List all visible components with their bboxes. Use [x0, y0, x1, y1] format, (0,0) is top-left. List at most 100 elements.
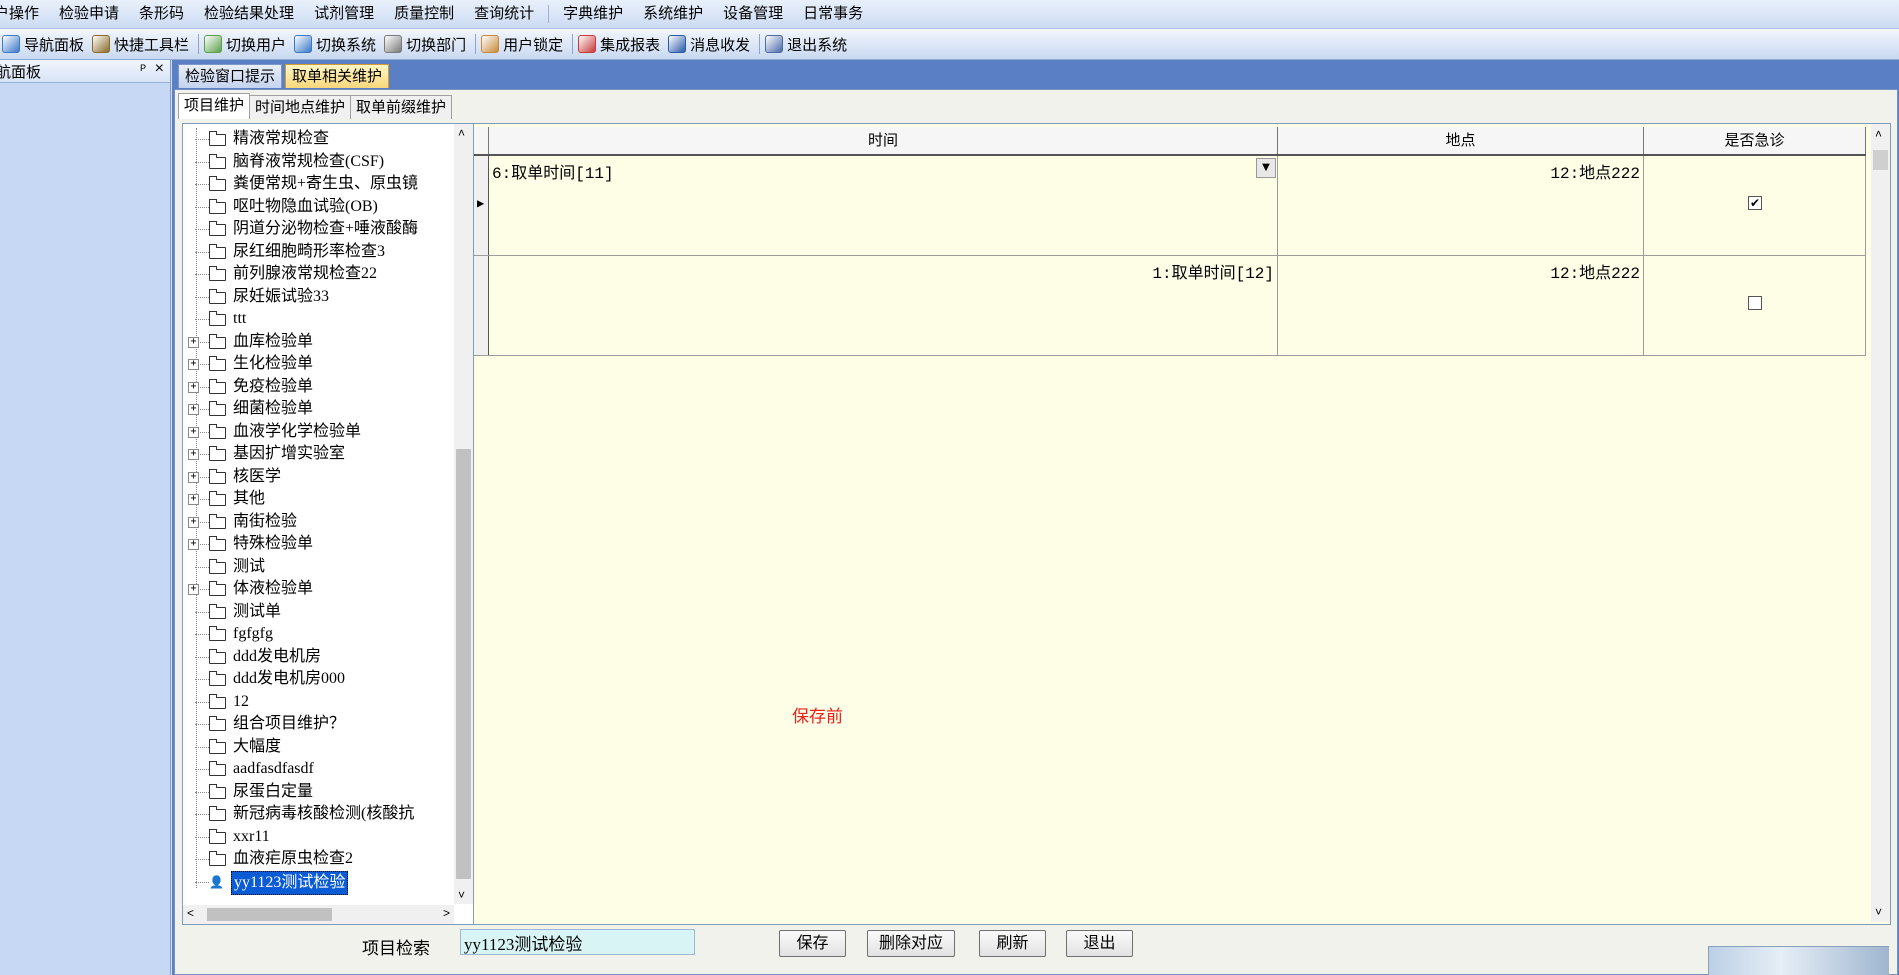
tree-node[interactable]: + 基因扩增实验室 — [183, 443, 451, 466]
expand-icon[interactable]: + — [188, 494, 199, 505]
scroll-down-icon[interactable]: ˅ — [1875, 905, 1882, 919]
tree-node[interactable]: 大幅度 — [183, 736, 451, 759]
tree-node[interactable]: 尿红细胞畸形率检查3 — [183, 241, 451, 264]
tree-node[interactable]: 新冠病毒核酸检测(核酸抗 — [183, 803, 451, 826]
toolbar-button[interactable]: 退出系统 — [763, 30, 853, 58]
exit-button[interactable]: 退出 — [1066, 930, 1133, 957]
scroll-down-icon[interactable]: ˅ — [458, 888, 465, 902]
place-cell[interactable]: 12:地点222 — [1278, 256, 1644, 355]
tree-node[interactable]: + 核医学 — [183, 466, 451, 489]
save-button[interactable]: 保存 — [779, 930, 846, 957]
menu-item[interactable]: 条形码 — [129, 0, 194, 27]
tree-node[interactable]: + 其他 — [183, 488, 451, 511]
expand-icon[interactable]: + — [188, 539, 199, 550]
chevron-down-icon[interactable]: ▼ — [1256, 158, 1276, 178]
menu-item[interactable]: 质量控制 — [384, 0, 464, 27]
grid-row[interactable]: 1:取单时间[12] 12:地点222 — [474, 256, 1866, 356]
tree-node[interactable]: fgfgfg — [183, 623, 451, 646]
tree-node[interactable]: + 特殊检验单 — [183, 533, 451, 556]
scroll-left-icon[interactable]: ˂ — [187, 906, 194, 920]
inner-tab[interactable]: 项目维护 — [178, 93, 251, 119]
tree-node[interactable]: 👤 yy1123测试检验 — [183, 870, 451, 895]
tree-node[interactable]: + 体液检验单 — [183, 578, 451, 601]
tree-node[interactable]: 脑脊液常规检查(CSF) — [183, 151, 451, 174]
urgent-cell[interactable]: ✔ — [1644, 156, 1866, 255]
tree-node[interactable]: + 血液学化学检验单 — [183, 421, 451, 444]
toolbar-button[interactable]: 用户锁定 — [479, 30, 569, 58]
tree-vertical-scrollbar[interactable]: ˄ ˅ — [454, 124, 473, 904]
expand-icon[interactable]: + — [188, 426, 199, 438]
toolbar-button[interactable]: 切换部门 — [382, 30, 472, 58]
tree-node[interactable]: ttt — [183, 308, 451, 331]
urgent-checkbox[interactable]: ✔ — [1748, 196, 1762, 210]
tree-node[interactable]: 组合项目维护？ — [183, 713, 451, 736]
menu-item[interactable]: 字典维护 — [553, 0, 633, 27]
tree-node[interactable]: 12 — [183, 691, 451, 714]
tree-node[interactable]: 阴道分泌物检查+唾液酸酶 — [183, 218, 451, 241]
expand-icon[interactable]: + — [188, 516, 199, 528]
tree-node[interactable]: + 血库检验单 — [183, 331, 451, 354]
scroll-up-icon[interactable]: ˄ — [458, 126, 465, 140]
tree-node[interactable]: 测试 — [183, 556, 451, 579]
menu-item[interactable]: 日常事务 — [793, 0, 873, 27]
search-input[interactable] — [460, 929, 695, 955]
menu-item[interactable]: 设备管理 — [713, 0, 793, 27]
expand-icon[interactable]: + — [188, 449, 199, 460]
scroll-up-icon[interactable]: ˄ — [1875, 127, 1882, 141]
row-indicator[interactable] — [474, 256, 489, 355]
tree-node[interactable]: 粪便常规+寄生虫、原虫镜 — [183, 173, 451, 196]
tree-node[interactable]: 尿蛋白定量 — [183, 781, 451, 804]
tree-node[interactable]: 血液疟原虫检查2 — [183, 848, 451, 871]
scroll-right-icon[interactable]: ˃ — [443, 906, 450, 920]
document-tab[interactable]: 取单相关维护 — [285, 64, 390, 88]
tree-node[interactable]: + 免疫检验单 — [183, 376, 451, 399]
column-header-urgent[interactable]: 是否急诊 — [1644, 127, 1866, 154]
expand-icon[interactable]: + — [188, 404, 199, 415]
toolbar-button[interactable]: 导航面板 — [0, 30, 90, 58]
column-header-time[interactable]: 时间 — [489, 127, 1278, 154]
column-header-place[interactable]: 地点 — [1278, 127, 1644, 154]
time-cell[interactable]: 1:取单时间[12] — [489, 256, 1278, 355]
tree-node[interactable]: xxr11 — [183, 826, 451, 849]
tree-node[interactable]: + 生化检验单 — [183, 353, 451, 376]
toolbar-button[interactable]: 快捷工具栏 — [90, 30, 195, 58]
menu-item[interactable]: 检验申请 — [49, 0, 129, 27]
urgent-cell[interactable] — [1644, 256, 1866, 355]
menu-item[interactable]: 户操作 — [0, 0, 49, 27]
menu-item[interactable]: 试剂管理 — [304, 0, 384, 27]
tree-node[interactable]: + 细菌检验单 — [183, 398, 451, 421]
menu-item[interactable]: 查询统计 — [464, 0, 544, 27]
place-cell[interactable]: 12:地点222 — [1278, 156, 1644, 255]
delete-mapping-button[interactable]: 删除对应 — [867, 930, 955, 957]
expand-icon[interactable]: + — [188, 381, 199, 393]
document-tab[interactable]: 检验窗口提示 — [178, 64, 283, 88]
close-icon[interactable]: × — [155, 60, 164, 78]
row-indicator[interactable]: ▶ — [474, 156, 489, 255]
tree-node[interactable]: 精液常规检查 — [183, 128, 451, 151]
tree-node[interactable]: 测试单 — [183, 601, 451, 624]
pin-icon[interactable]: ᴾ — [141, 62, 146, 77]
tree-node[interactable]: ddd发电机房000 — [183, 668, 451, 691]
tree-node[interactable]: aadfasdfasdf — [183, 758, 451, 781]
refresh-button[interactable]: 刷新 — [979, 930, 1046, 957]
inner-tab[interactable]: 取单前缀维护 — [350, 95, 453, 119]
tree-node[interactable]: 前列腺液常规检查22 — [183, 263, 451, 286]
toolbar-button[interactable]: 消息收发 — [666, 30, 756, 58]
project-tree[interactable]: 精液常规检查 脑脊液常规检查(CSF) 粪便常规+寄生虫、原虫镜 呕吐物隐血试验(OB… — [182, 123, 474, 925]
expand-icon[interactable]: + — [188, 471, 199, 483]
tree-node[interactable]: 呕吐物隐血试验(OB) — [183, 196, 451, 219]
expand-icon[interactable]: + — [188, 336, 199, 348]
menu-item[interactable]: 系统维护 — [633, 0, 713, 27]
tree-node[interactable]: ddd发电机房 — [183, 646, 451, 669]
tree-node[interactable]: 尿妊娠试验33 — [183, 286, 451, 309]
menu-item[interactable]: 检验结果处理 — [194, 0, 304, 27]
scroll-thumb[interactable] — [456, 449, 471, 879]
inner-tab[interactable]: 时间地点维护 — [249, 95, 352, 119]
tree-horizontal-scrollbar[interactable]: ˂ ˃ — [183, 905, 454, 924]
grid-row[interactable]: ▶ 6:取单时间[11] ▼ 12:地点222 ✔ — [474, 156, 1866, 256]
toolbar-button[interactable]: 切换用户 — [202, 30, 292, 58]
expand-icon[interactable]: + — [188, 359, 199, 370]
tree-node[interactable]: + 南街检验 — [183, 511, 451, 534]
urgent-checkbox[interactable] — [1748, 296, 1762, 310]
grid-vertical-scrollbar[interactable]: ˄ ˅ — [1871, 124, 1890, 922]
